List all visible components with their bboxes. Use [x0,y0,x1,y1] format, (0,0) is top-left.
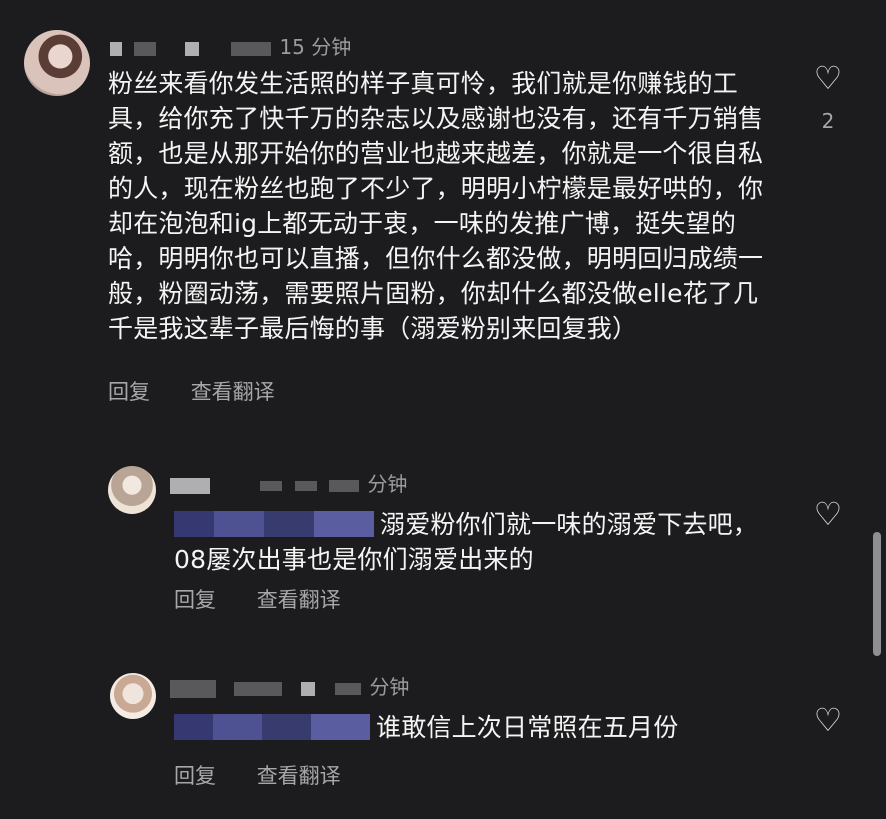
comment-text: 溺爱粉你们就一味的溺爱下去吧，08屡次出事也是你们溺爱出来的 [174,507,764,577]
mention-redacted[interactable] [174,714,370,740]
username-redacted [231,41,272,56]
username-redacted [134,41,157,56]
comment-time: 分钟 [369,675,410,699]
reply-button[interactable]: 回复 [174,588,216,612]
username-redacted [170,477,210,494]
like-count: 2 [821,109,835,133]
mention-redacted[interactable] [174,511,374,537]
comment-actions: 回复 查看翻译 [108,379,309,405]
comment-actions: 回复 查看翻译 [174,587,375,613]
username-redacted [329,479,360,492]
comment-actions: 回复 查看翻译 [174,763,375,789]
scrollbar[interactable] [873,532,881,656]
username-redacted [170,679,216,698]
heart-outline-icon[interactable]: ♡ [808,497,848,531]
avatar[interactable] [24,30,90,96]
comment-meta: 分钟 [170,472,407,496]
heart-outline-icon[interactable]: ♡ [808,703,848,737]
comment-time: 分钟 [367,472,408,496]
comment-text: 谁敢信上次日常照在五月份 [174,710,764,745]
translate-button[interactable]: 查看翻译 [257,588,341,612]
heart-outline-icon[interactable]: ♡ [808,61,848,95]
comment-meta: 15 分钟 [110,35,351,59]
like-button[interactable]: ♡ 2 [808,61,848,133]
like-button[interactable]: ♡ [808,497,848,531]
avatar[interactable] [110,673,156,719]
username-redacted [110,41,122,56]
comment-text: 粉丝来看你发生活照的样子真可怜，我们就是你赚钱的工具，给你充了快千万的杂志以及感… [108,69,764,343]
reply-text: 谁敢信上次日常照在五月份 [376,713,679,742]
comment-time: 15 分钟 [279,35,352,59]
username-redacted [184,41,199,56]
reply-button[interactable]: 回复 [174,764,216,788]
translate-button[interactable]: 查看翻译 [257,764,341,788]
avatar[interactable] [108,466,156,514]
comment-meta: 分钟 [170,675,409,699]
translate-button[interactable]: 查看翻译 [191,380,275,404]
username-redacted [294,480,317,491]
like-button[interactable]: ♡ [808,703,848,737]
username-redacted [234,681,283,696]
reply-button[interactable]: 回复 [108,380,150,404]
username-redacted [335,682,362,695]
username-redacted [260,480,283,491]
username-redacted [300,681,315,696]
